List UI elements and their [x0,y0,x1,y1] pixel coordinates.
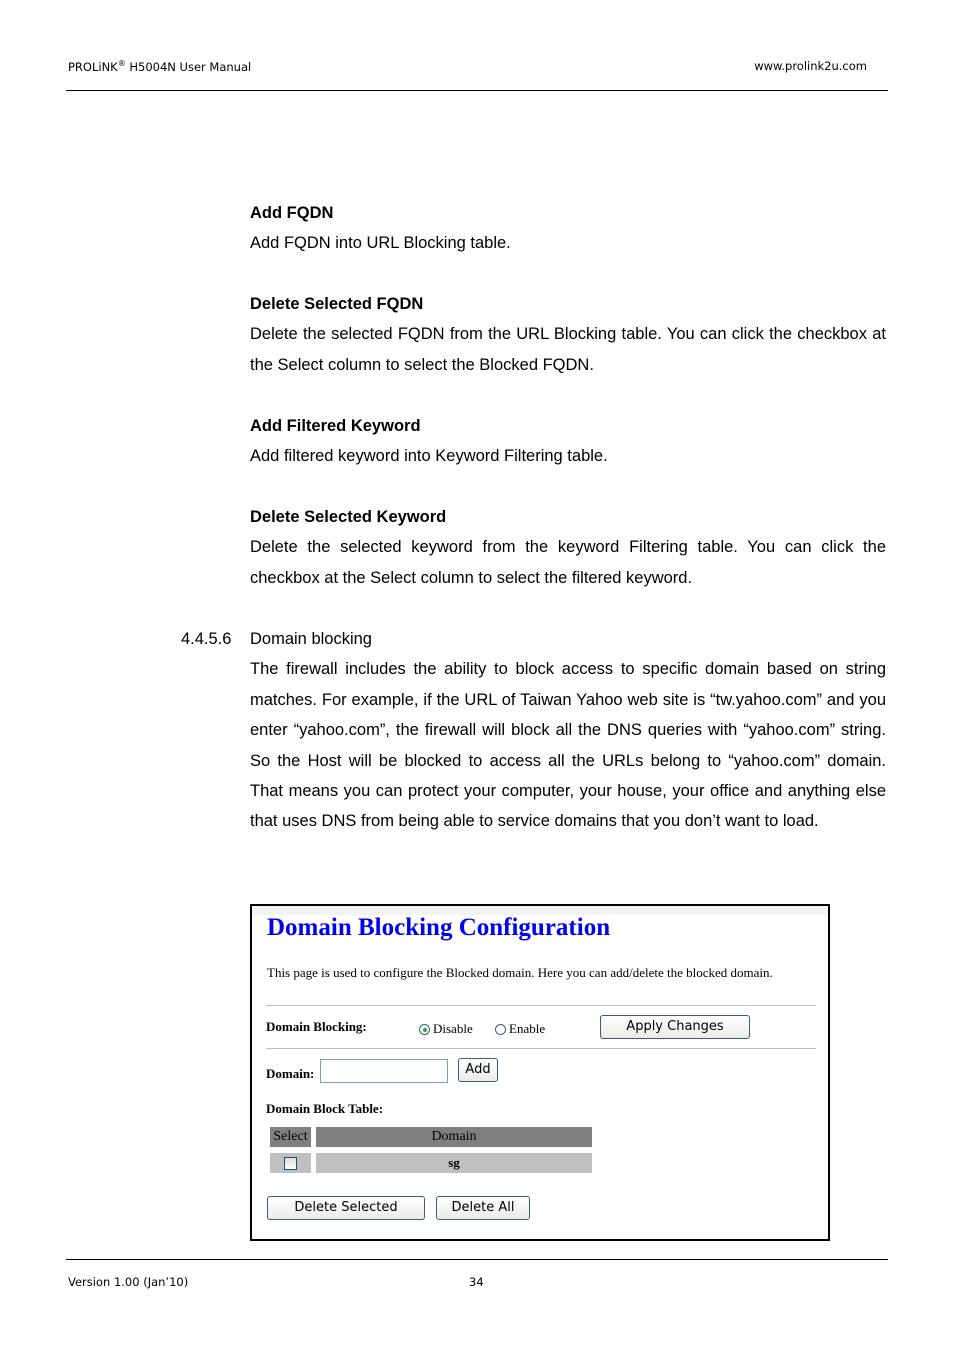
domain-input[interactable] [320,1059,448,1083]
section-text: Add filtered keyword into Keyword Filter… [250,447,608,466]
separator [266,1005,816,1006]
section-heading: Add FQDN [250,204,334,222]
section-add-filtered-keyword: Add Filtered Keyword Add filtered keywor… [250,411,886,472]
header-divider [66,90,888,91]
radio-label: Enable [509,1021,546,1036]
apply-changes-button[interactable]: Apply Changes [600,1015,750,1039]
section-delete-selected-fqdn: Delete Selected FQDN Delete the selected… [250,289,886,380]
footer-divider [66,1259,888,1260]
radio-selected-icon[interactable] [419,1023,430,1035]
radio-label: Disable [433,1021,473,1036]
subsection-number: 4.4.5.6 [181,630,232,648]
radio-enable[interactable]: Enable [495,1021,545,1037]
config-page-title: Domain Blocking Configuration [267,914,611,941]
separator [266,1048,816,1049]
radio-unselected-icon[interactable] [495,1023,506,1035]
manual-title: H5004N User Manual [125,59,252,74]
radio-disable[interactable]: Disable [419,1021,473,1037]
brand-name: PROLiNK [68,59,118,74]
table-header-domain: Domain [316,1127,592,1147]
delete-all-button[interactable]: Delete All [436,1196,530,1220]
section-heading: Add Filtered Keyword [250,417,421,435]
add-button[interactable]: Add [458,1058,498,1082]
subsection-text: The firewall includes the ability to blo… [250,660,886,831]
document-header-title: PROLiNK® H5004N User Manual [68,59,251,74]
subsection-domain-blocking: Domain blocking The firewall includes th… [250,624,886,837]
registered-mark: ® [117,59,126,68]
section-text: Add FQDN into URL Blocking table. [250,234,511,253]
section-heading: Delete Selected FQDN [250,295,424,313]
version-label: Version 1.00 (Jan’10) [68,1275,189,1289]
section-text: Delete the selected FQDN from the URL Bl… [250,325,886,374]
subsection-title: Domain blocking [250,630,372,648]
table-cell-domain: sg [316,1153,592,1173]
table-header-select: Select [270,1127,311,1147]
table-cell-select [270,1153,311,1173]
page-number: 34 [469,1275,484,1289]
delete-selected-button[interactable]: Delete Selected [267,1196,425,1220]
section-text: Delete the selected keyword from the key… [250,538,886,587]
domain-blocking-label: Domain Blocking: [266,1019,367,1034]
domain-block-table-label: Domain Block Table: [266,1101,384,1116]
domain-blocking-screenshot: Domain Blocking Configuration This page … [250,904,830,1241]
section-heading: Delete Selected Keyword [250,508,447,526]
section-delete-selected-keyword: Delete Selected Keyword Delete the selec… [250,502,886,593]
row-checkbox[interactable] [284,1157,297,1170]
website-url: www.prolink2u.com [754,59,867,73]
section-add-fqdn: Add FQDN Add FQDN into URL Blocking tabl… [250,198,886,259]
domain-label: Domain: [266,1066,315,1081]
config-page-description: This page is used to configure the Block… [267,965,773,980]
